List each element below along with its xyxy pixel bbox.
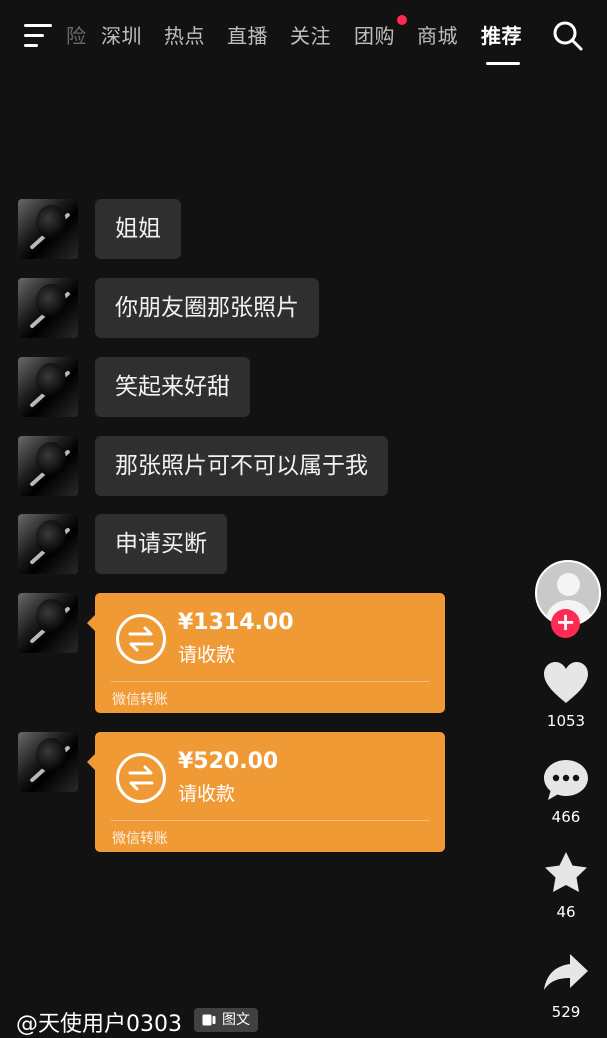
- message-bubble: 那张照片可不可以属于我: [95, 436, 388, 496]
- sender-avatar: [18, 278, 78, 338]
- sender-avatar: [18, 593, 78, 653]
- transfer-amount: ¥1314.00: [178, 610, 294, 635]
- transfer-card[interactable]: ¥520.00 请收款 微信转账: [87, 732, 445, 852]
- transfer-divider: [111, 681, 429, 682]
- hamburger-menu-icon[interactable]: [24, 24, 52, 48]
- message-bubble: 你朋友圈那张照片: [95, 278, 319, 338]
- follow-button[interactable]: +: [551, 609, 580, 638]
- favorite-count: 46: [556, 903, 576, 921]
- tab-hot[interactable]: 热点: [164, 21, 205, 51]
- search-icon[interactable]: [552, 20, 584, 52]
- transfer-divider: [111, 820, 429, 821]
- tab-following[interactable]: 关注: [290, 21, 331, 51]
- transfer-footer: 微信转账: [112, 692, 168, 708]
- tab-recommend[interactable]: 推荐: [481, 21, 522, 51]
- default-avatar-icon: [557, 573, 580, 596]
- message-bubble: 姐姐: [95, 199, 181, 259]
- author-username[interactable]: @天使用户0303: [16, 1006, 182, 1038]
- badge-label: 图文: [222, 1012, 250, 1028]
- tab-mall[interactable]: 商城: [417, 21, 458, 51]
- transfer-card[interactable]: ¥1314.00 请收款 微信转账: [87, 593, 445, 713]
- sender-avatar: [18, 357, 78, 417]
- tab-group-buy[interactable]: 团购: [354, 21, 395, 51]
- top-nav: 险 深圳 热点 直播 关注 团购 商城 推荐: [0, 0, 607, 74]
- like-count: 1053: [546, 712, 586, 730]
- heart-icon[interactable]: [541, 660, 591, 706]
- share-arrow-icon[interactable]: [541, 950, 591, 996]
- sender-avatar: [18, 514, 78, 574]
- sender-avatar: [18, 199, 78, 259]
- sender-avatar: [18, 732, 78, 792]
- image-text-icon: [202, 1014, 216, 1026]
- sender-avatar: [18, 436, 78, 496]
- active-tab-indicator: [486, 62, 520, 65]
- tab-shenzhen[interactable]: 深圳: [101, 21, 142, 51]
- message-bubble: 笑起来好甜: [95, 357, 250, 417]
- transfer-status: 请收款: [178, 783, 236, 805]
- comment-count: 466: [551, 808, 581, 826]
- notification-dot: [397, 15, 407, 25]
- transfer-arrows-icon: [116, 753, 166, 803]
- transfer-amount: ¥520.00: [178, 749, 279, 774]
- transfer-status: 请收款: [178, 644, 236, 666]
- star-icon[interactable]: [541, 850, 591, 896]
- message-bubble: 申请买断: [95, 514, 227, 574]
- tab-partial[interactable]: 险: [66, 21, 87, 51]
- comment-icon[interactable]: [541, 757, 591, 803]
- transfer-arrows-icon: [116, 614, 166, 664]
- tab-live[interactable]: 直播: [227, 21, 268, 51]
- post-type-badge: 图文: [194, 1008, 258, 1032]
- share-count: 529: [551, 1003, 581, 1021]
- transfer-footer: 微信转账: [112, 831, 168, 847]
